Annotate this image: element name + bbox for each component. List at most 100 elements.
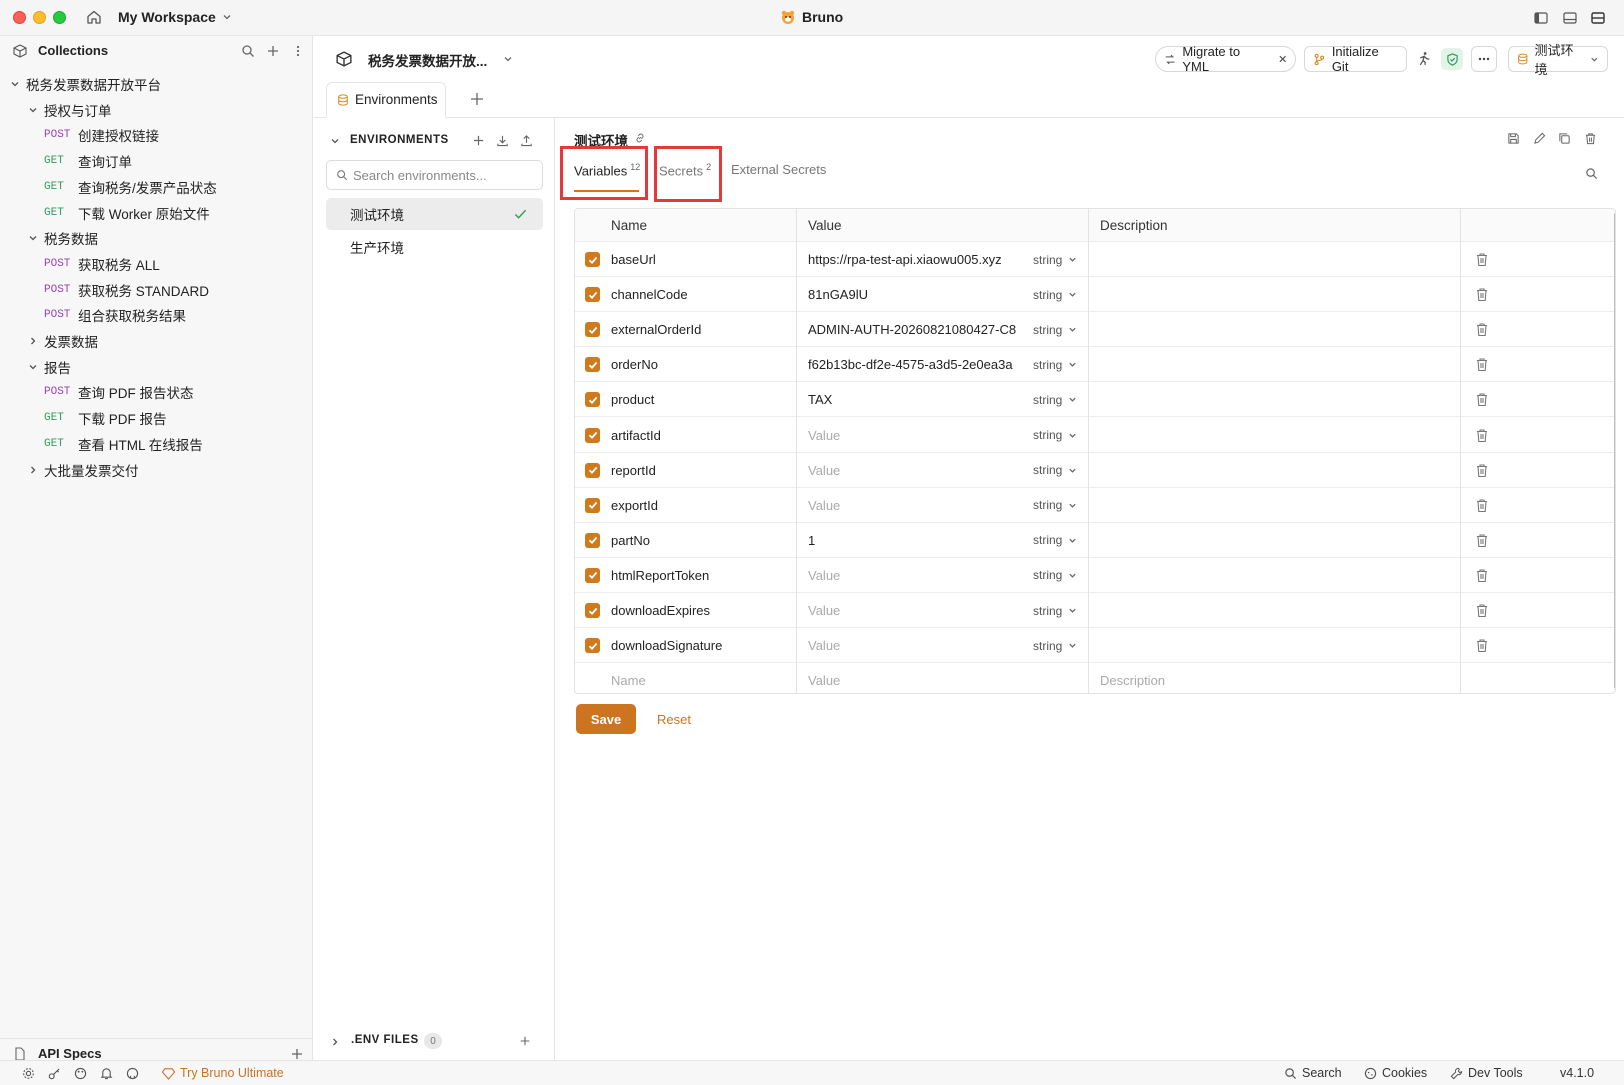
key-icon[interactable] bbox=[48, 1067, 61, 1080]
close-icon[interactable] bbox=[1278, 54, 1287, 64]
search-icon[interactable] bbox=[241, 44, 255, 58]
enabled-checkbox[interactable] bbox=[585, 357, 600, 373]
toggle-bottom-panel-icon[interactable] bbox=[1562, 10, 1578, 26]
variable-value-input[interactable]: Value bbox=[808, 453, 1030, 488]
security-shield-button[interactable] bbox=[1441, 48, 1463, 70]
variable-type-select[interactable]: string bbox=[1033, 488, 1077, 523]
variable-value-input[interactable]: Value bbox=[808, 593, 1030, 628]
delete-variable-icon[interactable] bbox=[1475, 568, 1489, 583]
variable-type-select[interactable]: string bbox=[1033, 347, 1077, 382]
variable-type-select[interactable]: string bbox=[1033, 558, 1077, 593]
enabled-checkbox[interactable] bbox=[585, 638, 600, 654]
sidebar-request[interactable]: POST 创建授权链接 bbox=[0, 123, 313, 147]
delete-variable-icon[interactable] bbox=[1475, 287, 1489, 302]
reset-button[interactable]: Reset bbox=[647, 704, 701, 734]
variable-description-input[interactable] bbox=[1100, 488, 1450, 523]
add-environment-icon[interactable] bbox=[472, 134, 485, 147]
add-env-file-icon[interactable] bbox=[519, 1035, 531, 1047]
more-options-button[interactable] bbox=[1471, 46, 1497, 72]
variable-type-select[interactable]: string bbox=[1033, 277, 1077, 312]
variable-description-input[interactable] bbox=[1100, 312, 1450, 347]
environment-item-prod[interactable]: 生产环境 bbox=[326, 231, 543, 263]
enabled-checkbox[interactable] bbox=[585, 603, 600, 618]
enabled-checkbox[interactable] bbox=[585, 497, 600, 513]
delete-variable-icon[interactable] bbox=[1475, 252, 1489, 267]
new-variable-value-input[interactable]: Value bbox=[808, 663, 840, 693]
variable-value-input[interactable]: 1 bbox=[808, 523, 1030, 558]
dev-tools-button[interactable]: Dev Tools bbox=[1450, 1066, 1523, 1080]
delete-variable-icon[interactable] bbox=[1475, 357, 1489, 372]
variable-description-input[interactable] bbox=[1100, 558, 1450, 593]
variable-value-input[interactable]: Value bbox=[808, 558, 1030, 593]
enabled-checkbox[interactable] bbox=[585, 252, 600, 267]
collection-name[interactable]: 税务发票数据开放... bbox=[368, 50, 487, 70]
variable-value-input[interactable]: f62b13bc-df2e-4575-a3d5-2e0ea3a bbox=[808, 347, 1030, 382]
new-variable-description-input[interactable]: Description bbox=[1100, 663, 1165, 693]
delete-variable-icon[interactable] bbox=[1475, 428, 1489, 443]
maximize-window-button[interactable] bbox=[53, 11, 66, 24]
variable-description-input[interactable] bbox=[1100, 628, 1450, 663]
variable-name-input[interactable]: orderNo bbox=[611, 347, 658, 382]
variable-value-input[interactable]: Value bbox=[808, 488, 1030, 523]
search-icon[interactable] bbox=[1585, 167, 1598, 180]
more-vertical-icon[interactable] bbox=[291, 44, 305, 58]
edit-icon[interactable] bbox=[1533, 132, 1546, 145]
variable-value-input[interactable]: ADMIN-AUTH-20260821080427-C8 bbox=[808, 312, 1030, 347]
variable-description-input[interactable] bbox=[1100, 277, 1450, 312]
variable-description-input[interactable] bbox=[1100, 347, 1450, 382]
search-environments-input[interactable] bbox=[326, 160, 543, 190]
variable-type-select[interactable]: string bbox=[1033, 312, 1077, 347]
variable-type-select[interactable]: string bbox=[1033, 453, 1077, 488]
enabled-checkbox[interactable] bbox=[585, 462, 600, 478]
runner-icon[interactable] bbox=[1416, 51, 1431, 66]
variable-description-input[interactable] bbox=[1100, 523, 1450, 558]
variable-value-input[interactable]: Value bbox=[808, 628, 1030, 663]
export-icon[interactable] bbox=[520, 134, 533, 147]
enabled-checkbox[interactable] bbox=[585, 532, 600, 548]
variable-description-input[interactable] bbox=[1100, 382, 1450, 417]
delete-variable-icon[interactable] bbox=[1475, 498, 1489, 513]
close-window-button[interactable] bbox=[13, 11, 26, 24]
variable-name-input[interactable]: baseUrl bbox=[611, 242, 656, 277]
tab-environments[interactable]: Environments bbox=[326, 82, 446, 118]
home-icon[interactable] bbox=[86, 9, 102, 25]
enabled-checkbox[interactable] bbox=[585, 427, 600, 443]
tab-external-secrets[interactable]: External Secrets bbox=[731, 162, 826, 177]
variable-name-input[interactable]: downloadSignature bbox=[611, 628, 722, 663]
settings-gear-icon[interactable] bbox=[22, 1067, 35, 1080]
delete-variable-icon[interactable] bbox=[1475, 463, 1489, 478]
delete-variable-icon[interactable] bbox=[1475, 603, 1489, 618]
cookies-button[interactable]: Cookies bbox=[1364, 1066, 1427, 1080]
add-api-spec-icon[interactable] bbox=[290, 1047, 304, 1061]
try-ultimate-link[interactable]: Try Bruno Ultimate bbox=[162, 1066, 284, 1080]
migrate-to-yml-button[interactable]: Migrate to YML bbox=[1155, 44, 1296, 74]
variable-type-select[interactable]: string bbox=[1033, 242, 1077, 277]
plus-icon[interactable] bbox=[266, 44, 280, 58]
delete-variable-icon[interactable] bbox=[1475, 533, 1489, 548]
sidebar-request[interactable]: GET 查看 HTML 在线报告 bbox=[0, 432, 313, 456]
variable-type-select[interactable]: string bbox=[1033, 628, 1077, 663]
variable-value-input[interactable]: 81nGA9lU bbox=[808, 277, 1030, 312]
status-search-button[interactable]: Search bbox=[1284, 1066, 1342, 1080]
enabled-checkbox[interactable] bbox=[585, 322, 600, 338]
initialize-git-button[interactable]: Initialize Git bbox=[1304, 44, 1407, 74]
minimize-window-button[interactable] bbox=[33, 11, 46, 24]
environment-item-test[interactable]: 测试环境 bbox=[326, 198, 543, 230]
sidebar-request[interactable]: GET 下载 Worker 原始文件 bbox=[0, 201, 313, 225]
variable-name-input[interactable]: reportId bbox=[611, 453, 656, 488]
variable-name-input[interactable]: htmlReportToken bbox=[611, 558, 709, 593]
link-icon[interactable] bbox=[634, 132, 646, 144]
sidebar-folder[interactable]: 报告 bbox=[0, 355, 313, 379]
variable-description-input[interactable] bbox=[1100, 453, 1450, 488]
copy-icon[interactable] bbox=[1558, 132, 1571, 145]
delete-variable-icon[interactable] bbox=[1475, 392, 1489, 407]
save-button[interactable]: Save bbox=[576, 704, 636, 734]
variable-name-input[interactable]: partNo bbox=[611, 523, 650, 558]
sidebar-request[interactable]: GET 查询订单 bbox=[0, 149, 313, 173]
enabled-checkbox[interactable] bbox=[585, 287, 600, 303]
enabled-checkbox[interactable] bbox=[585, 567, 600, 583]
sidebar-request[interactable]: POST 组合获取税务结果 bbox=[0, 303, 313, 327]
variable-type-select[interactable]: string bbox=[1033, 523, 1077, 558]
save-disk-icon[interactable] bbox=[1507, 132, 1520, 145]
new-tab-plus-icon[interactable] bbox=[470, 92, 484, 106]
